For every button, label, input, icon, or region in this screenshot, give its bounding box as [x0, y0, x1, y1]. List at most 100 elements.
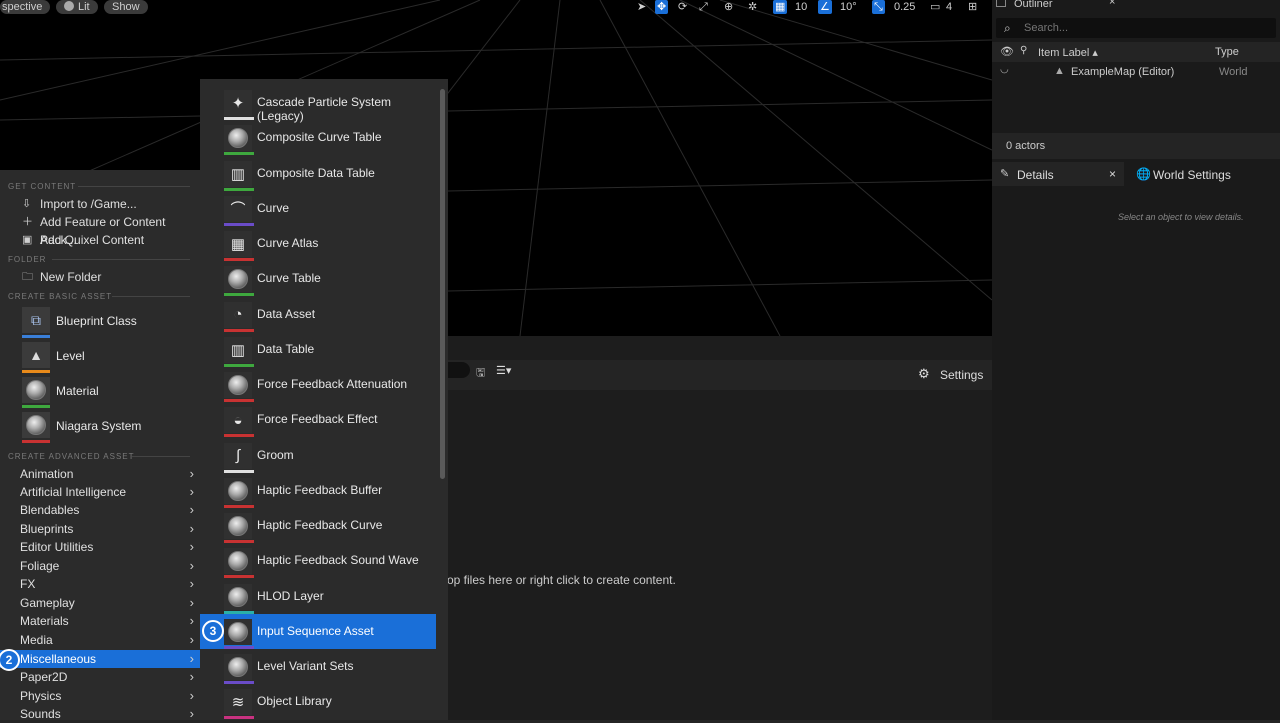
chevron-right-icon: › — [189, 613, 194, 628]
category-blendables[interactable]: Blendables › — [0, 501, 200, 519]
category-label: Miscellaneous — [20, 652, 97, 666]
grid-snap-icon[interactable]: ▦ — [773, 0, 788, 14]
translate-tool-icon[interactable]: ✥ — [655, 0, 669, 14]
chevron-right-icon: › — [189, 466, 194, 481]
world-space-icon[interactable]: ⊕ — [724, 0, 733, 14]
submenu-item-label: Curve Table — [257, 271, 321, 286]
sphere-icon — [224, 372, 252, 398]
submenu-item-label: Haptic Feedback Sound Wave — [257, 553, 419, 568]
pencil-icon: ✎ — [1000, 168, 1010, 180]
chevron-right-icon: › — [189, 706, 194, 721]
add-asset-menu: GET CONTENT ⇩ Import to /Game... ＋ Add F… — [0, 170, 200, 723]
type-column-header[interactable]: Type — [1215, 46, 1239, 58]
material-item[interactable]: Material — [0, 375, 200, 409]
add-feature-menu-item[interactable]: ＋ Add Feature or Content Pack... — [0, 213, 200, 247]
surface-snap-icon[interactable]: ✲ — [748, 0, 757, 14]
scale-snap-icon[interactable]: ⤡ — [872, 0, 885, 14]
submenu-item-haptic-feedback-curve[interactable]: Haptic Feedback Curve — [200, 508, 436, 543]
add-quixel-menu-item[interactable]: ▣ Add Quixel Content — [0, 231, 200, 249]
viewport-mode-button[interactable]: spective — [0, 0, 51, 14]
outliner-close-icon[interactable]: × — [1109, 0, 1115, 8]
category-artificial-intelligence[interactable]: Artificial Intelligence › — [0, 483, 200, 501]
category-miscellaneous[interactable]: Miscellaneous › — [0, 650, 200, 668]
settings-gear-icon[interactable]: ⚙ — [918, 366, 930, 382]
category-gameplay[interactable]: Gameplay › — [0, 594, 200, 612]
scale-snap-value[interactable]: 0.25 — [894, 0, 915, 14]
tab-details[interactable]: ✎ Details × — [992, 162, 1124, 186]
sphere-icon — [224, 266, 252, 293]
submenu-item-label: Curve Atlas — [257, 236, 319, 250]
submenu-item-curve[interactable]: ⌒ Curve — [200, 191, 436, 226]
submenu-item-force-feedback-attenuation[interactable]: Force Feedback Attenuation — [200, 367, 436, 402]
submenu-item-data-asset[interactable]: ◔ Data Asset — [200, 297, 436, 332]
outliner-tab[interactable]: Outliner — [996, 0, 1053, 10]
niagara-system-item[interactable]: Niagara System — [0, 410, 200, 444]
submenu-item-object-library[interactable]: ≋ Object Library — [200, 684, 436, 720]
level-item[interactable]: ▲ Level — [0, 340, 200, 374]
settings-button[interactable]: Settings — [940, 368, 983, 382]
submenu-item-label: Input Sequence Asset — [257, 623, 374, 638]
section-divider — [132, 456, 190, 457]
category-sounds[interactable]: Sounds › — [0, 705, 200, 723]
submenu-item-haptic-feedback-buffer[interactable]: Haptic Feedback Buffer — [200, 473, 436, 508]
submenu-item-composite-curve-table[interactable]: Composite Curve Table — [200, 120, 436, 156]
section-create-basic: CREATE BASIC ASSET — [8, 292, 113, 301]
submenu-item-label: Composite Curve Table — [257, 130, 382, 145]
camera-speed-value[interactable]: 4 — [946, 0, 952, 14]
lit-mode-button[interactable]: Lit — [56, 0, 98, 14]
outliner-footer: 0 actors — [992, 133, 1280, 159]
submenu-item-input-sequence-asset[interactable]: Input Sequence Asset — [200, 613, 436, 649]
new-folder-menu-item[interactable]: 🗀 New Folder — [0, 268, 200, 286]
outliner-icon — [996, 0, 1006, 7]
submenu-scrollbar[interactable] — [440, 89, 445, 479]
submenu-item-level-variant-sets[interactable]: Level Variant Sets — [200, 649, 436, 684]
submenu-item-cascade-particle-system-legacy[interactable]: ✦ Cascade Particle System (Legacy) — [200, 85, 436, 123]
submenu-item-composite-data-table[interactable]: ▥ Composite Data Table — [200, 156, 436, 191]
filter-icon[interactable]: ☰▾ — [496, 364, 511, 377]
submenu-item-force-feedback-effect[interactable]: ◒ Force Feedback Effect — [200, 402, 436, 438]
category-animation[interactable]: Animation › — [0, 465, 200, 483]
rotation-snap-icon[interactable]: ∠ — [818, 0, 832, 14]
submenu-item-haptic-feedback-sound-wave[interactable]: Haptic Feedback Sound Wave — [200, 543, 436, 579]
rotate-tool-icon[interactable]: ⟳ — [678, 0, 687, 14]
category-editor-utilities[interactable]: Editor Utilities › — [0, 538, 200, 556]
import-menu-item[interactable]: ⇩ Import to /Game... — [0, 195, 200, 213]
category-materials[interactable]: Materials › — [0, 612, 200, 630]
rotation-snap-value[interactable]: 10° — [840, 0, 857, 14]
category-media[interactable]: Media › — [0, 631, 200, 649]
category-paper2d[interactable]: Paper2D › — [0, 668, 200, 686]
details-tab-label: Details — [1017, 168, 1054, 182]
submenu-item-groom[interactable]: ∫ Groom — [200, 438, 436, 473]
sphere-icon — [224, 583, 252, 610]
world-settings-tab-label: World Settings — [1153, 168, 1231, 182]
outliner-row[interactable]: ◡ ▲ ExampleMap (Editor) World — [992, 64, 1280, 82]
layout-grid-icon[interactable]: ⊞ — [968, 0, 977, 14]
submenu-item-hlod-layer[interactable]: HLOD Layer — [200, 579, 436, 614]
category-physics[interactable]: Physics › — [0, 687, 200, 705]
outliner-search-input[interactable] — [1022, 20, 1266, 36]
grid-snap-value[interactable]: 10 — [795, 0, 807, 14]
submenu-item-curve-atlas[interactable]: ▦ Curve Atlas — [200, 226, 436, 261]
category-foliage[interactable]: Foliage › — [0, 557, 200, 575]
category-blueprints[interactable]: Blueprints › — [0, 520, 200, 538]
pin-icon[interactable]: ⚲ — [1020, 45, 1027, 56]
save-icon[interactable]: 🖫 — [476, 364, 485, 383]
show-button[interactable]: Show — [104, 0, 148, 14]
particle-icon: ✦ — [224, 90, 252, 116]
visibility-eye-icon[interactable]: 👁 — [1000, 45, 1014, 58]
submenu-item-curve-table[interactable]: Curve Table — [200, 261, 436, 297]
item-label-column-header[interactable]: Item Label ▴ — [1038, 46, 1098, 59]
scale-tool-icon[interactable]: ⤢ — [699, 0, 708, 14]
blueprint-class-item[interactable]: ⧉ Blueprint Class — [0, 305, 200, 339]
select-tool-icon[interactable]: ➤ — [637, 0, 646, 14]
submenu-item-data-table[interactable]: ▥ Data Table — [200, 332, 436, 367]
category-fx[interactable]: FX › — [0, 575, 200, 593]
camera-speed-icon[interactable]: ▭ — [930, 0, 940, 14]
details-close-icon[interactable]: × — [1109, 167, 1116, 181]
outliner-search[interactable]: ⌕ — [996, 18, 1276, 38]
category-label: Foliage — [20, 559, 60, 573]
tab-world-settings[interactable]: 🌐 World Settings — [1130, 162, 1270, 186]
lit-label: Lit — [78, 1, 90, 13]
visibility-icon[interactable]: ◡ — [1000, 64, 1009, 75]
import-label: Import to /Game... — [40, 197, 137, 211]
